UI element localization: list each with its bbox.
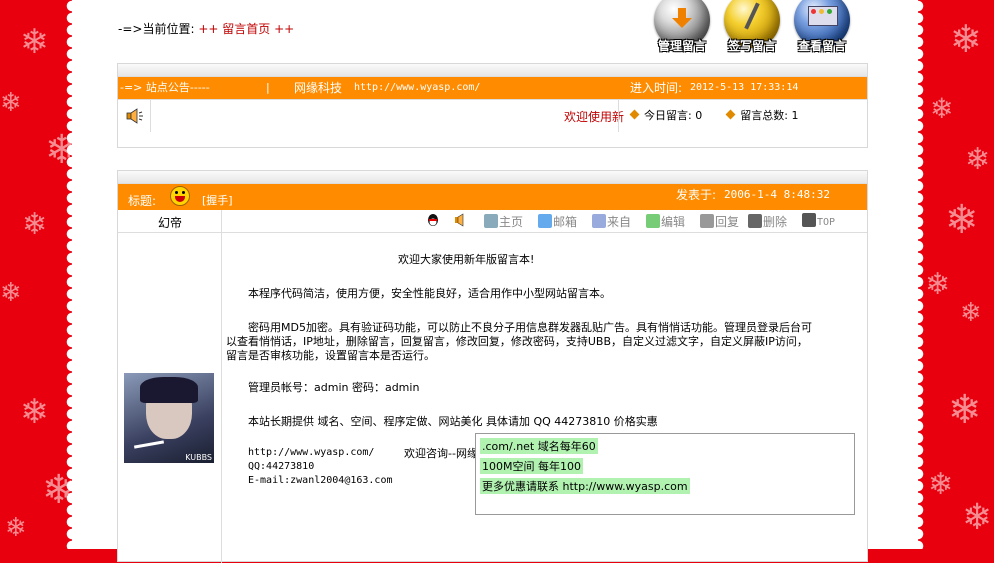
diamond-icon [629,109,640,120]
total-label: 留言总数: [740,109,788,122]
reply-icon [700,214,714,228]
manage-label: 管理留言 [657,39,706,53]
message-title-text: [握手] [202,194,233,207]
title-label: 标题: [128,194,157,208]
avatar-watermark: KUBBS [185,453,212,462]
mail-icon [538,214,552,228]
edit-button[interactable]: 编辑 [646,213,685,230]
message-stats: 今日留言: 0 留言总数: 1 [618,100,798,132]
message-title-bar: 标题: [握手] 发表于: 2006-1-4 8:48:32 [118,184,867,210]
from-button[interactable]: 来自 [592,213,631,230]
breadcrumb-prefix: -=>当前位置: [118,22,195,36]
right-scallop-edge [918,0,926,549]
qq-number: QQ:44273810 [248,461,315,472]
manage-messages-button[interactable]: 管理留言 [652,0,712,56]
delete-button[interactable]: 删除 [748,213,787,230]
ad-line-contact: 更多优惠请联系 http://www.wyasp.com [480,478,690,494]
ad-line-domain: .com/.net 域名每年60 [480,438,598,454]
delete-icon [748,214,762,228]
view-label: 查看留言 [797,39,846,53]
view-messages-button[interactable]: 查看留言 [792,0,852,56]
service-info: 本站长期提供 域名、空间、程序定做、网站美化 具体请加 QQ 44273810 … [248,415,658,428]
edit-icon [646,214,660,228]
top-icon [802,213,816,227]
location-icon [592,214,606,228]
speaker-small-icon[interactable] [454,213,468,230]
author-name: 幻帝 [158,216,183,230]
message-para1: 本程序代码简洁，使用方便，安全性能良好，适合用作中小型网站留言本。 [248,287,611,300]
notice-bar: -=> 站点公告----- | 网缘科技 http://www.wyasp.co… [118,77,867,99]
ad-line-hosting: 100M空间 每年100 [480,458,583,474]
home-icon [484,214,498,228]
qq-icon[interactable] [426,213,440,230]
posted-label: 发表于: [676,188,717,202]
notice-marquee-row: 欢迎使用新 今日留言: 0 留言总数: 1 [118,99,867,132]
author-column: KUBBS [118,233,222,563]
message-top-strip [118,171,867,184]
email-button[interactable]: 邮箱 [538,213,577,230]
notice-marquee-text: 欢迎使用新 [564,110,625,124]
breadcrumb-separator: ++ [198,22,219,36]
message-para2-line3: 留言是否审核功能，设置留言本是否运行。 [226,349,435,362]
email-address[interactable]: E-mail:zwanl2004@163.com [248,475,393,486]
breadcrumb-separator: ++ [274,22,295,36]
write-label: 签写留言 [727,39,776,53]
breadcrumb-current-page[interactable]: 留言首页 [222,22,270,36]
today-value: 0 [695,109,703,122]
website-url[interactable]: http://www.wyasp.com/ [248,447,374,458]
message-panel: 标题: [握手] 发表于: 2006-1-4 8:48:32 幻帝 主页 邮箱 … [117,170,868,563]
speaker-icon [126,108,144,124]
laughing-face-icon [170,186,190,206]
breadcrumb: -=>当前位置: ++ 留言首页 ++ [118,20,294,37]
diamond-icon [725,109,736,120]
today-label: 今日留言: [644,109,692,122]
posted-value: 2006-1-4 8:48:32 [724,188,830,201]
admin-credentials: 管理员帐号：admin 密码：admin [248,381,420,394]
avatar: KUBBS [124,373,214,463]
reply-button[interactable]: 回复 [700,213,739,230]
message-toolbar: 幻帝 主页 邮箱 来自 编辑 回复 删除 TOP [118,210,867,233]
top-button[interactable]: TOP [802,213,835,228]
site-url-link[interactable]: http://www.wyasp.com/ [354,77,480,99]
time-value: 2012-5-13 17:33:14 [690,82,799,93]
left-scallop-edge [64,0,72,549]
total-value: 1 [791,109,799,122]
homepage-button[interactable]: 主页 [484,213,523,230]
write-message-button[interactable]: 签写留言 [722,0,782,56]
notice-divider: | [266,81,270,94]
message-heading: 欢迎大家使用新年版留言本! [398,253,535,266]
notice-label: -=> 站点公告----- [120,81,210,94]
site-name: 网缘科技 [294,81,343,95]
time-label: 进入时间: [630,81,683,95]
notice-panel: -=> 站点公告----- | 网缘科技 http://www.wyasp.co… [117,63,868,148]
notice-top-strip [118,64,867,77]
ad-box: .com/.net 域名每年60 100M空间 每年100 更多优惠请联系 ht… [475,433,855,515]
